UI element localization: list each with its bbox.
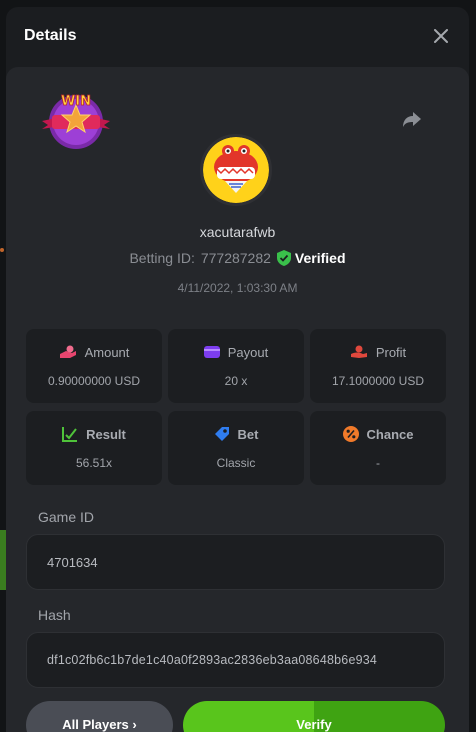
stat-card-result: Result 56.51x: [26, 411, 162, 485]
stat-value: 20 x: [224, 373, 248, 388]
stat-card-payout: Payout 20 x: [168, 329, 304, 403]
win-badge-icon: WIN: [42, 94, 110, 149]
stat-head-chance: Chance: [342, 426, 414, 442]
stat-label: Chance: [366, 426, 414, 442]
win-badge-text: WIN: [61, 94, 91, 109]
bet-timestamp: 4/11/2022, 1:03:30 AM: [177, 281, 298, 295]
dinosaur-avatar-icon: [203, 137, 269, 203]
betting-id-label: Betting ID:: [129, 250, 195, 266]
stat-card-amount: Amount 0.90000000 USD: [26, 329, 162, 403]
tag-icon: [214, 427, 229, 441]
shield-check-icon: [276, 250, 291, 266]
hash-field[interactable]: df1c02fb6c1b7de1c40a0f2893ac2836eb3aa086…: [26, 632, 445, 688]
stat-head-amount: Amount: [59, 344, 130, 360]
verify-button[interactable]: Verify: [183, 701, 445, 732]
share-arrow-icon: [403, 112, 421, 127]
hand-coin-icon: [350, 345, 367, 358]
stat-label: Result: [86, 426, 126, 442]
stat-value: 0.90000000 USD: [47, 373, 141, 388]
hash-label: Hash: [38, 607, 71, 623]
details-content: WIN xacutarafwb Betting ID: 777287282 Ve…: [6, 67, 469, 732]
game-id-field[interactable]: 4701634: [26, 534, 445, 590]
verified-badge: Verified: [276, 250, 346, 266]
coins-hand-icon: [59, 345, 76, 358]
close-button[interactable]: [431, 26, 451, 46]
backdrop-element: [0, 248, 4, 252]
stat-value: -: [376, 456, 380, 470]
all-players-button[interactable]: All Players ›: [26, 701, 173, 732]
stat-label: Amount: [84, 344, 130, 360]
share-button[interactable]: [400, 107, 424, 131]
verified-label: Verified: [294, 250, 346, 266]
stat-value: Classic: [216, 456, 256, 470]
betting-id-value: 777287282: [200, 250, 271, 266]
avatar: [200, 134, 272, 206]
modal-title: Details: [24, 27, 77, 44]
stat-label: Profit: [375, 344, 407, 360]
stat-label: Payout: [227, 344, 269, 360]
stat-card-profit: Profit 17.1000000 USD: [310, 329, 446, 403]
wallet-icon: [203, 346, 220, 358]
stat-head-result: Result: [62, 426, 126, 442]
close-icon: [434, 29, 448, 43]
betting-id-row: Betting ID: 777287282 Verified: [6, 250, 469, 266]
stat-head-profit: Profit: [350, 345, 406, 360]
chart-check-icon: [62, 427, 78, 442]
stat-head-bet: Bet: [214, 426, 259, 442]
stat-value: 17.1000000 USD: [331, 373, 425, 388]
stat-head-payout: Payout: [203, 344, 269, 360]
stat-card-chance: Chance -: [310, 411, 446, 485]
stat-value: 56.51x: [75, 456, 113, 470]
stat-card-bet: Bet Classic: [168, 411, 304, 485]
percent-icon: [342, 426, 359, 442]
modal-header: Details: [6, 7, 469, 65]
details-modal: Details WIN xacutarafwb Betting ID: 7772…: [6, 7, 469, 732]
stat-label: Bet: [237, 426, 259, 442]
username: xacutarafwb: [199, 224, 276, 240]
stats-grid: Amount 0.90000000 USD Payout 20 x Profit…: [26, 329, 446, 485]
game-id-label: Game ID: [38, 509, 95, 525]
